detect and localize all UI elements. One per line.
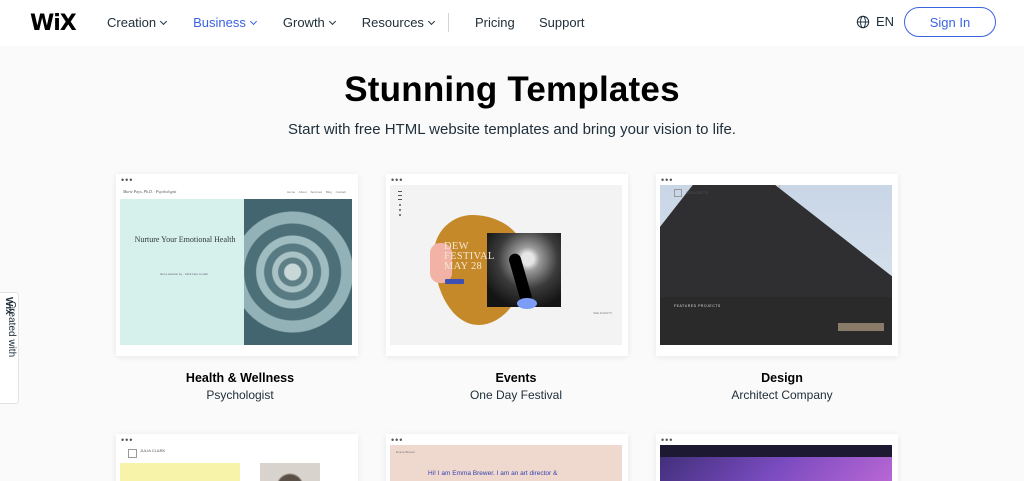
nav-divider	[448, 13, 449, 32]
main-nav: Creation Business Growth Resources	[107, 15, 461, 30]
created-with-wix-tag[interactable]: Created with Wix	[0, 292, 19, 404]
chevron-down-icon	[427, 17, 435, 25]
nav-business-label: Business	[193, 15, 246, 30]
template-subtitle: One Day Festival	[469, 388, 563, 402]
more-options-icon[interactable]: •••	[661, 436, 673, 445]
more-options-icon[interactable]: •••	[391, 176, 403, 185]
preview-yellow-panel	[120, 463, 240, 481]
preview-sidebar-icons	[398, 191, 402, 216]
template-title[interactable]: Design	[662, 371, 902, 385]
more-options-icon[interactable]: •••	[391, 436, 403, 445]
nav-growth-label: Growth	[282, 15, 325, 30]
preview-label: FEATURED PROJECTS	[674, 304, 721, 308]
preview-header: Marie Pays, Ph.D. · Psychologist Home Ab…	[120, 185, 352, 199]
nav-creation[interactable]: Creation	[107, 15, 168, 30]
page-subtitle: Start with free HTML website templates a…	[288, 121, 736, 138]
nav-resources-label: Resources	[361, 15, 424, 30]
preview-intro-text: Hi! I am Emma Brewer. I am an art direct…	[428, 470, 558, 477]
template-card-events[interactable]: ••• DEW FESTIVAL MAY 28 SEE EVENTS	[386, 174, 628, 356]
created-with-text: Created with	[6, 301, 17, 358]
sign-in-button[interactable]: Sign In	[904, 7, 996, 37]
top-navigation-bar: WiX Creation Business Growth Resources P…	[0, 0, 1024, 46]
template-card[interactable]: •••	[656, 434, 898, 481]
preview-logo-box	[674, 189, 682, 197]
more-options-icon[interactable]: •••	[121, 176, 133, 185]
preview-button	[445, 279, 464, 284]
template-title[interactable]: Events	[396, 371, 636, 385]
nav-creation-label: Creation	[107, 15, 157, 30]
template-preview[interactable]: Emma Brewer Hi! I am Emma Brewer. I am a…	[390, 445, 622, 481]
preview-blue-shape	[517, 298, 537, 309]
preview-name: JULIA CLARK	[140, 448, 166, 453]
nav-resources[interactable]: Resources	[361, 15, 435, 30]
preview-succulent-image	[244, 199, 352, 345]
preview-title: DEW FESTIVAL MAY 28	[444, 241, 495, 272]
nav-growth[interactable]: Growth	[282, 15, 336, 30]
preview-corner-text: SEE EVENTS	[593, 311, 612, 315]
nav-pricing[interactable]: Pricing	[475, 15, 515, 30]
template-subtitle: Architect Company	[731, 388, 833, 402]
preview-small-text: Get a session by · Click here to start	[159, 272, 209, 276]
more-options-icon[interactable]: •••	[661, 176, 673, 185]
chevron-down-icon	[249, 17, 257, 25]
page-title: Stunning Templates	[344, 70, 680, 109]
template-card[interactable]: ••• Emma Brewer Hi! I am Emma Brewer. I …	[386, 434, 628, 481]
template-card[interactable]: ••• JULIA CLARK	[116, 434, 358, 481]
template-card-health-wellness[interactable]: ••• Marie Pays, Ph.D. · Psychologist Hom…	[116, 174, 358, 356]
preview-brand: Emma Brewer	[396, 450, 416, 454]
template-preview[interactable]: JULIA CLARK	[120, 445, 352, 481]
preview-brand: Marie Pays, Ph.D. · Psychologist	[123, 189, 177, 194]
template-subtitle: Psychologist	[206, 388, 274, 402]
globe-icon	[856, 15, 870, 28]
preview-portrait	[260, 463, 320, 481]
chevron-down-icon	[328, 17, 336, 25]
wix-logo[interactable]: WiX	[30, 11, 77, 36]
template-preview[interactable]	[660, 445, 892, 481]
template-card-design[interactable]: ••• FEATURED PROJECTS ARCHITECTS	[656, 174, 898, 356]
preview-top-bar	[660, 445, 892, 457]
nav-support[interactable]: Support	[539, 15, 585, 30]
preview-menu: Home About Services Blog Contact	[287, 190, 346, 194]
preview-logo-box	[128, 449, 137, 458]
nav-business[interactable]: Business	[193, 15, 257, 30]
template-preview[interactable]: FEATURED PROJECTS ARCHITECTS	[660, 185, 892, 345]
created-with-wix-label: Created with Wix	[3, 297, 17, 357]
language-selector[interactable]: EN	[856, 14, 894, 29]
preview-button	[838, 323, 884, 331]
preview-heading: Nurture Your Emotional Health	[134, 235, 236, 244]
template-preview[interactable]: Marie Pays, Ph.D. · Psychologist Home Ab…	[120, 185, 352, 345]
more-options-icon[interactable]: •••	[121, 436, 133, 445]
preview-brand: ARCHITECTS	[686, 191, 709, 195]
template-preview[interactable]: DEW FESTIVAL MAY 28 SEE EVENTS	[390, 185, 622, 345]
chevron-down-icon	[160, 17, 168, 25]
template-title[interactable]: Health & Wellness	[120, 371, 360, 385]
language-label: EN	[876, 14, 895, 29]
